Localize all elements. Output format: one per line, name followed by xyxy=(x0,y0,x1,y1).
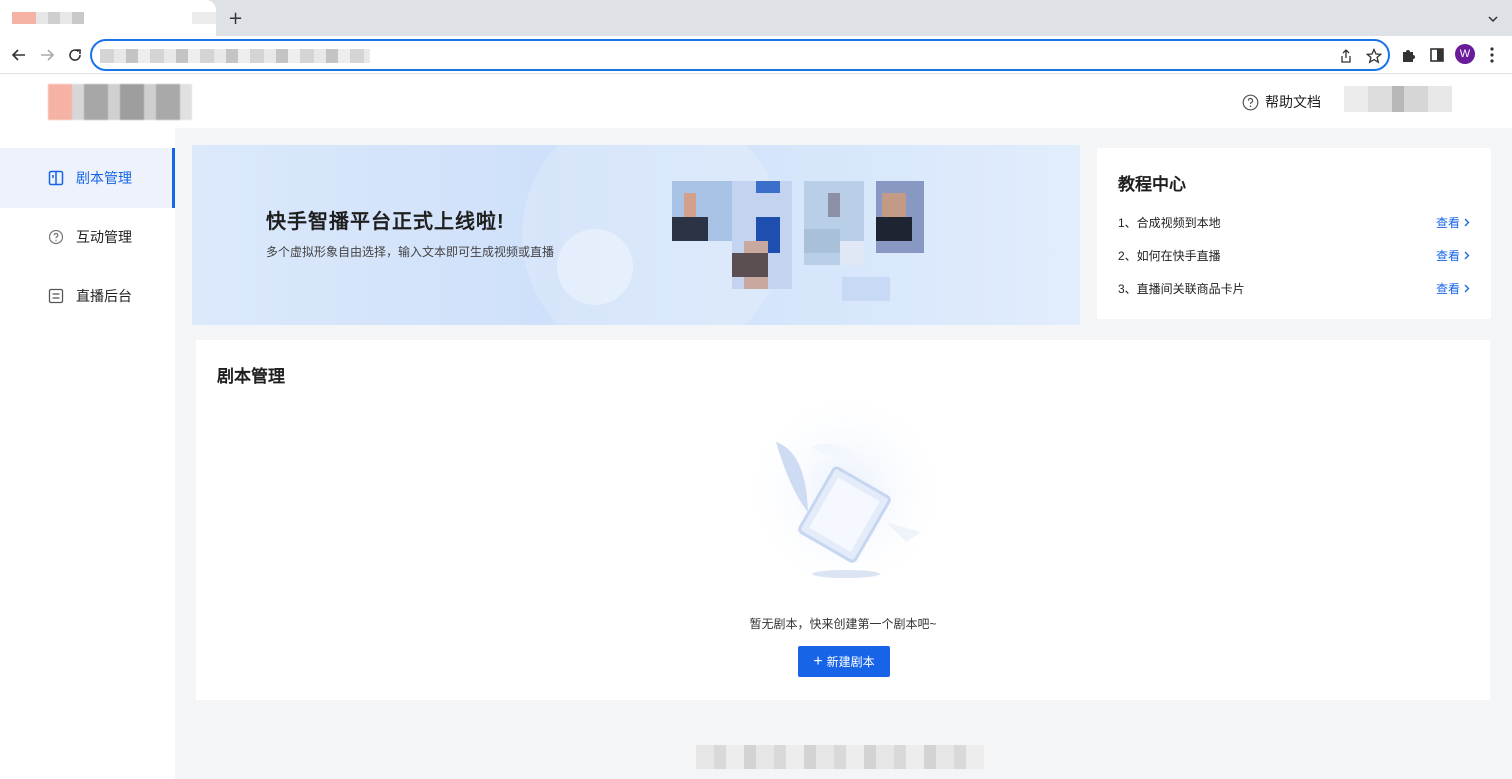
help-docs-label: 帮助文档 xyxy=(1265,94,1321,110)
sidebar-item-live-backend[interactable]: 直播后台 xyxy=(0,266,175,326)
tutorial-item: 2、如何在快手直播 查看 xyxy=(1118,245,1470,265)
app-logo[interactable] xyxy=(48,84,192,120)
banner-subtitle: 多个虚拟形象自由选择，输入文本即可生成视频或直播 xyxy=(266,245,555,259)
bookmark-star-icon[interactable] xyxy=(1366,48,1382,64)
view-link-label: 查看 xyxy=(1435,215,1460,230)
sidebar: 剧本管理 互动管理 直播后台 xyxy=(0,128,175,779)
tab-title-redacted xyxy=(12,12,84,24)
tutorial-view-link[interactable]: 查看 xyxy=(1436,280,1470,297)
empty-document-illustration xyxy=(741,392,951,592)
tutorial-item-text: 1、合成视频到本地 xyxy=(1118,215,1221,230)
side-panel-icon[interactable] xyxy=(1428,46,1446,64)
chevron-right-icon xyxy=(1464,284,1470,292)
tutorial-item: 3、直播间关联商品卡片 查看 xyxy=(1118,278,1470,298)
tutorial-title: 教程中心 xyxy=(1118,175,1186,194)
forward-arrow-icon[interactable] xyxy=(38,46,56,64)
tab-search-chevron-icon[interactable] xyxy=(1488,14,1498,24)
main-content: 快手智播平台正式上线啦! 多个虚拟形象自由选择，输入文本即可生成视频或直播 教程… xyxy=(175,128,1512,779)
banner-decoration xyxy=(557,229,633,305)
address-bar[interactable] xyxy=(90,39,1390,71)
empty-state-text: 暂无剧本，快来创建第一个剧本吧~ xyxy=(749,617,937,631)
new-script-label: 新建剧本 xyxy=(826,655,875,669)
tab-close-redacted[interactable] xyxy=(192,12,216,24)
view-link-label: 查看 xyxy=(1435,248,1460,263)
extensions-puzzle-icon[interactable] xyxy=(1400,46,1418,64)
sidebar-item-label: 直播后台 xyxy=(76,288,132,304)
sidebar-item-label: 互动管理 xyxy=(76,229,132,245)
browser-tab-active[interactable] xyxy=(0,0,216,36)
reload-icon[interactable] xyxy=(66,46,84,64)
chevron-right-icon xyxy=(1464,251,1470,259)
plus-icon: + xyxy=(813,652,823,670)
sidebar-item-label: 剧本管理 xyxy=(76,170,132,186)
new-script-button[interactable]: + 新建剧本 xyxy=(798,646,890,677)
url-redacted xyxy=(100,49,370,63)
sidebar-item-script-management[interactable]: 剧本管理 xyxy=(0,148,175,208)
virtual-avatars-image xyxy=(672,181,924,301)
profile-avatar[interactable]: W xyxy=(1455,44,1475,64)
sidebar-item-interaction-management[interactable]: 互动管理 xyxy=(0,207,175,267)
list-box-icon xyxy=(48,288,64,304)
help-circle-icon xyxy=(1242,94,1259,110)
app-header: 帮助文档 xyxy=(0,74,1512,128)
footer-redacted xyxy=(696,745,984,769)
browser-tab-bar: + xyxy=(0,0,1512,36)
tutorial-center-card: 教程中心 1、合成视频到本地 查看 2、如何在快手直播 查看 3、直播间关联商品… xyxy=(1097,148,1491,319)
tutorial-view-link[interactable]: 查看 xyxy=(1436,247,1470,264)
script-management-panel: 剧本管理 暂无剧本，快来创建第一个剧本吧~ + 新建剧本 xyxy=(196,340,1490,700)
view-link-label: 查看 xyxy=(1435,281,1460,296)
browser-menu-icon[interactable] xyxy=(1489,46,1495,64)
tutorial-item-text: 3、直播间关联商品卡片 xyxy=(1118,281,1245,296)
question-circle-icon xyxy=(48,229,64,245)
back-arrow-icon[interactable] xyxy=(10,46,28,64)
book-icon xyxy=(48,170,64,186)
tutorial-item-text: 2、如何在快手直播 xyxy=(1118,248,1221,263)
new-tab-button[interactable]: + xyxy=(228,10,243,28)
help-docs-link[interactable]: 帮助文档 xyxy=(1242,92,1321,112)
user-account-redacted[interactable] xyxy=(1344,86,1452,112)
banner-title: 快手智播平台正式上线啦! xyxy=(266,211,505,233)
share-icon[interactable] xyxy=(1338,48,1354,64)
section-title: 剧本管理 xyxy=(217,367,285,386)
browser-toolbar: W xyxy=(0,36,1512,74)
tutorial-view-link[interactable]: 查看 xyxy=(1436,214,1470,231)
tutorial-item: 1、合成视频到本地 查看 xyxy=(1118,212,1470,232)
promo-banner[interactable]: 快手智播平台正式上线啦! 多个虚拟形象自由选择，输入文本即可生成视频或直播 xyxy=(192,145,1080,325)
chevron-right-icon xyxy=(1464,218,1470,226)
